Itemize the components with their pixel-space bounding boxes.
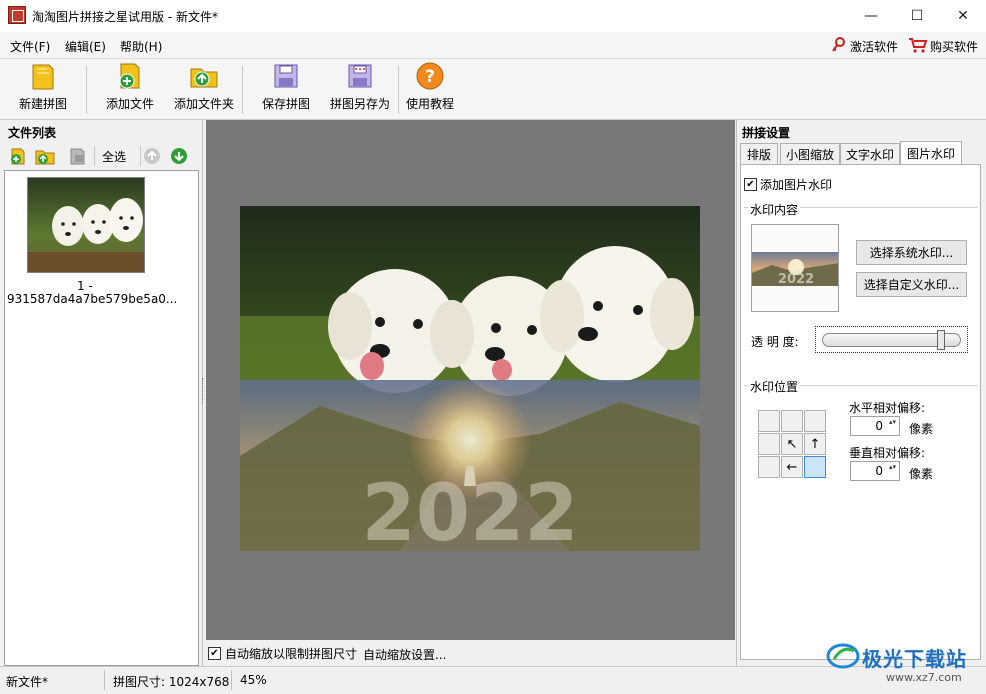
- buy-link[interactable]: 购买软件: [930, 38, 978, 55]
- toolbar-separator: [140, 146, 141, 166]
- position-group-title: 水印位置: [748, 378, 801, 395]
- auto-scale-label: 自动缩放以限制拼图尺寸: [225, 647, 358, 661]
- site-logo-icon: [826, 641, 860, 671]
- tab-thumb-scale[interactable]: 小图缩放: [780, 143, 840, 165]
- toolbar-separator: [86, 66, 87, 114]
- status-separator: [104, 670, 105, 690]
- app-icon: [8, 6, 26, 24]
- add-file-button[interactable]: 添加文件: [100, 62, 160, 118]
- settings-title: 拼接设置: [742, 126, 791, 140]
- pos-middle-right[interactable]: ↑: [804, 433, 826, 455]
- auto-scale-check-icon: ✔: [208, 647, 221, 660]
- position-grid: ↖ ↑ ←: [758, 410, 827, 479]
- watermark-year-text: 2022: [361, 469, 578, 551]
- arrow-up-left-icon: ↖: [786, 436, 798, 452]
- site-url-text: www.xz7.com: [886, 671, 962, 684]
- menu-file[interactable]: 文件(F): [10, 38, 50, 55]
- add-watermark-checkbox[interactable]: ✔ 添加图片水印: [744, 176, 832, 193]
- content-group-title: 水印内容: [748, 201, 801, 218]
- pos-bottom-right-selected[interactable]: [804, 456, 826, 478]
- add-folder-icon: [189, 61, 219, 91]
- status-separator: [231, 670, 232, 690]
- tab-image-watermark[interactable]: 图片水印: [900, 141, 962, 165]
- maximize-button[interactable]: ☐: [894, 0, 940, 32]
- close-button[interactable]: ✕: [940, 0, 986, 32]
- v-offset-label: 垂直相对偏移:: [849, 446, 926, 460]
- pos-center[interactable]: ↖: [781, 433, 803, 455]
- file-list-title: 文件列表: [8, 126, 57, 140]
- h-offset-unit: 像素: [909, 422, 934, 436]
- menu-help[interactable]: 帮助(H): [120, 38, 162, 55]
- v-offset-input[interactable]: 0: [850, 461, 900, 481]
- pos-top-center[interactable]: [781, 410, 803, 432]
- file-thumbnail[interactable]: [27, 177, 145, 273]
- window-title: 淘淘图片拼接之星试用版 - 新文件*: [32, 10, 218, 24]
- move-down-icon[interactable]: [170, 147, 188, 165]
- add-file-label: 添加文件: [105, 97, 154, 111]
- add-file-small-icon[interactable]: [9, 147, 27, 165]
- status-size: 拼图尺寸: 1024x768: [113, 675, 230, 689]
- collage-preview[interactable]: 2022: [240, 206, 700, 551]
- file-item-name-2: 931587da4a7be579be5a0...: [7, 292, 178, 306]
- tab-layout[interactable]: 排版: [740, 143, 778, 165]
- splitter-handle[interactable]: [202, 378, 205, 404]
- select-all-button[interactable]: 全选: [102, 148, 126, 165]
- add-watermark-label: 添加图片水印: [760, 178, 833, 192]
- pos-bottom-left[interactable]: [758, 456, 780, 478]
- save-collage-label: 保存拼图: [261, 97, 310, 111]
- auto-scale-settings-link[interactable]: 自动缩放设置...: [363, 646, 446, 663]
- cart-icon: [908, 37, 928, 53]
- add-folder-button[interactable]: 添加文件夹: [170, 62, 238, 118]
- h-offset-label: 水平相对偏移:: [849, 401, 926, 415]
- new-collage-label: 新建拼图: [18, 97, 67, 111]
- watermark-preview-text: 2022: [778, 272, 814, 287]
- toolbar-separator: [242, 66, 243, 114]
- arrow-left-icon: ←: [786, 459, 798, 475]
- file-item-name-1: 1 -: [77, 279, 93, 293]
- save-collage-button[interactable]: 保存拼图: [256, 62, 316, 118]
- add-watermark-check-icon: ✔: [744, 178, 757, 191]
- save-as-icon: [345, 61, 375, 91]
- svg-text:?: ?: [425, 67, 435, 87]
- add-file-icon: [115, 61, 145, 91]
- tutorial-label: 使用教程: [405, 97, 454, 111]
- new-collage-button[interactable]: 新建拼图: [12, 62, 74, 118]
- key-icon: [831, 37, 845, 53]
- status-file: 新文件*: [6, 675, 49, 689]
- move-up-icon[interactable]: [143, 147, 161, 165]
- arrow-up-icon: ↑: [809, 436, 821, 452]
- transparency-label: 透 明 度:: [751, 335, 799, 349]
- help-icon: ?: [415, 61, 445, 91]
- pos-top-left[interactable]: [758, 410, 780, 432]
- save-as-button[interactable]: 拼图另存为: [326, 62, 394, 118]
- site-logo-text: 极光下载站: [862, 647, 967, 671]
- save-as-label: 拼图另存为: [329, 97, 390, 111]
- tutorial-button[interactable]: ? 使用教程: [402, 62, 458, 118]
- minimize-button[interactable]: —: [848, 0, 894, 32]
- auto-scale-checkbox[interactable]: ✔ 自动缩放以限制拼图尺寸: [208, 645, 357, 662]
- remove-file-icon[interactable]: [68, 147, 88, 165]
- watermark-preview: 2022: [751, 224, 839, 312]
- toolbar-separator: [398, 66, 399, 114]
- v-offset-unit: 像素: [909, 467, 934, 481]
- save-icon: [271, 61, 301, 91]
- status-zoom: 45%: [240, 673, 267, 687]
- activate-link[interactable]: 激活软件: [850, 38, 898, 55]
- menu-edit[interactable]: 编辑(E): [65, 38, 106, 55]
- add-folder-label: 添加文件夹: [173, 97, 234, 111]
- h-offset-input[interactable]: 0: [850, 416, 900, 436]
- new-collage-icon: [28, 61, 58, 91]
- select-custom-watermark-button[interactable]: 选择自定义水印...: [856, 272, 967, 297]
- select-system-watermark-button[interactable]: 选择系统水印...: [856, 240, 967, 265]
- pos-middle-left[interactable]: [758, 433, 780, 455]
- pos-top-right[interactable]: [804, 410, 826, 432]
- pos-bottom-center[interactable]: ←: [781, 456, 803, 478]
- tab-text-watermark[interactable]: 文字水印: [840, 143, 900, 165]
- transparency-slider-thumb[interactable]: [937, 330, 946, 350]
- toolbar-separator: [94, 146, 95, 166]
- add-folder-small-icon[interactable]: [35, 147, 55, 165]
